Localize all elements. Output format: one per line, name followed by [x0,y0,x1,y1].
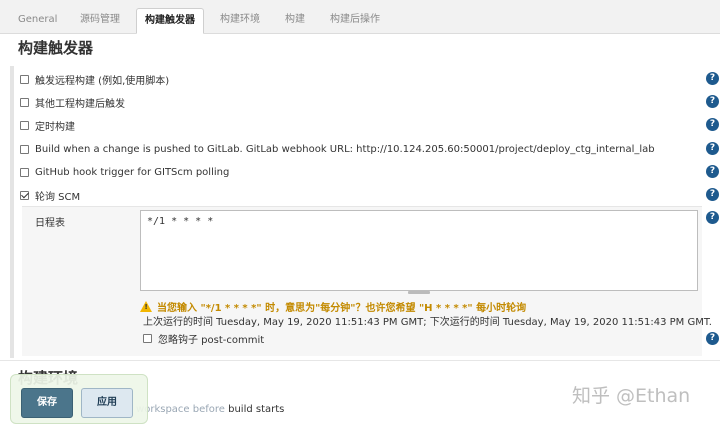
trigger-github-label: GitHub hook trigger for GITScm polling [35,166,230,178]
ignore-post-commit-checkbox[interactable] [143,334,152,343]
watermark: 知乎 @Ethan [572,385,691,407]
warning-glyph: ! [144,303,148,311]
ignore-post-commit[interactable]: 忽略钩子 post-commit [143,331,264,346]
help-icon[interactable]: ? [706,165,719,178]
trigger-poll-scm[interactable]: 轮询 SCM [20,187,80,203]
trigger-gitlab-checkbox[interactable] [20,144,29,154]
tab-build[interactable]: 构建 [277,8,313,34]
section-indent-bar [10,66,14,358]
trigger-after-other-projects[interactable]: 其他工程构建后触发 [20,94,125,110]
trigger-remote-build[interactable]: 触发远程构建 (例如,使用脚本) [20,71,169,87]
help-icon[interactable]: ? [706,72,719,85]
tab-bar: General 源码管理 构建触发器 构建环境 构建 构建后操作 [0,0,720,34]
apply-button[interactable]: 应用 [81,388,133,418]
trigger-remote-checkbox[interactable] [20,74,29,84]
schedule-input[interactable] [140,210,698,291]
tab-build-triggers[interactable]: 构建触发器 [136,8,204,34]
schedule-warning: ! 当您输入 "*/1 * * * *" 时，意思为"每分钟"？也许您希望 "H… [140,299,526,314]
tab-post-build[interactable]: 构建后操作 [322,8,388,34]
resize-handle[interactable] [408,291,430,294]
ignore-post-commit-label: 忽略钩子 post-commit [158,335,265,346]
tab-general[interactable]: General [10,8,65,34]
schedule-label: 日程表 [35,218,65,229]
trigger-remote-label: 触发远程构建 (例如,使用脚本) [35,75,170,87]
schedule-run-info: 上次运行的时间 Tuesday, May 19, 2020 11:51:43 P… [143,317,712,328]
trigger-after-other-label: 其他工程构建后触发 [35,98,125,110]
trigger-github-hook[interactable]: GitHub hook trigger for GITScm polling [20,164,229,180]
tab-source-control[interactable]: 源码管理 [72,8,128,34]
section-title: 构建触发器 [18,39,94,57]
save-button[interactable]: 保存 [21,388,73,418]
trigger-periodic-build[interactable]: 定时构建 [20,117,75,133]
schedule-warning-text: 当您输入 "*/1 * * * *" 时，意思为"每分钟"？也许您希望 "H *… [157,303,527,314]
help-icon[interactable]: ? [706,142,719,155]
help-icon[interactable]: ? [706,188,719,201]
trigger-gitlab-label: Build when a change is pushed to GitLab.… [35,143,655,155]
trigger-periodic-label: 定时构建 [35,121,75,133]
tab-build-environment[interactable]: 构建环境 [212,8,268,34]
help-icon[interactable]: ? [706,211,719,224]
warning-icon: ! [140,301,152,312]
help-icon[interactable]: ? [706,118,719,131]
trigger-github-checkbox[interactable] [20,167,29,177]
trigger-after-other-checkbox[interactable] [20,97,29,107]
section-divider [0,360,720,361]
trigger-periodic-checkbox[interactable] [20,120,29,130]
help-icon[interactable]: ? [706,95,719,108]
trigger-gitlab-push[interactable]: Build when a change is pushed to GitLab.… [20,141,655,157]
trigger-poll-scm-label: 轮询 SCM [35,191,81,203]
trigger-poll-scm-checkbox[interactable] [20,190,29,200]
help-icon[interactable]: ? [706,332,719,345]
delete-workspace-tail: build starts [224,404,285,415]
